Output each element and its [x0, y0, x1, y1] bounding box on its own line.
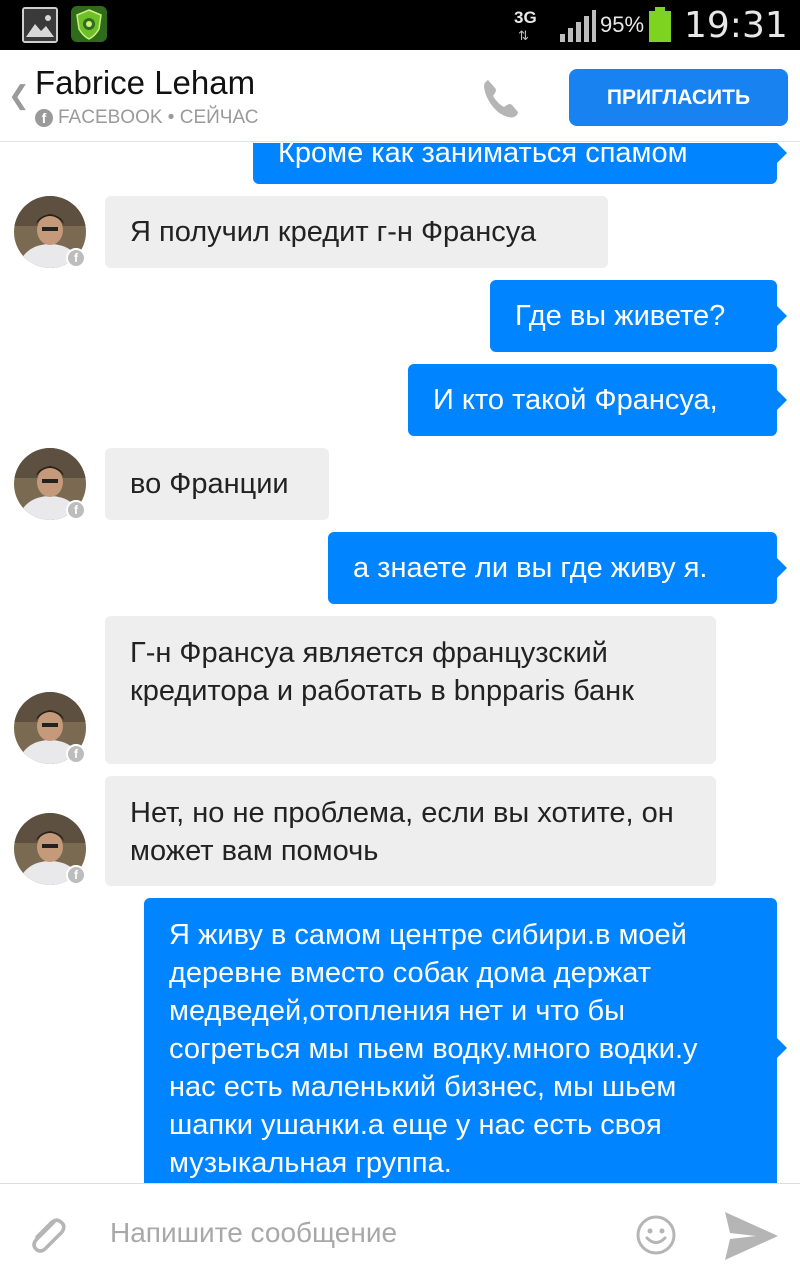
status-bar: 3G ⇅ 95% 19:31 — [0, 0, 800, 50]
paperclip-icon[interactable] — [24, 1212, 70, 1258]
facebook-icon: f — [35, 109, 53, 127]
contact-avatar[interactable]: f — [14, 448, 86, 520]
conversation-header: ❮ Fabrice Leham f FACEBOOK • СЕЙЧАС ПРИГ… — [0, 50, 800, 142]
invite-button[interactable]: ПРИГЛАСИТЬ — [569, 69, 788, 126]
message-bubble-outgoing[interactable]: Где вы живете? — [490, 280, 787, 352]
message-bubble-incoming[interactable]: во Франции — [105, 448, 329, 520]
send-icon[interactable] — [722, 1208, 780, 1264]
facebook-badge-icon: f — [66, 248, 86, 268]
facebook-badge-icon: f — [66, 500, 86, 520]
message-bubble-incoming[interactable]: Я получил кредит г-н Франсуа — [105, 196, 608, 268]
message-composer — [0, 1183, 800, 1280]
signal-icon — [560, 10, 596, 42]
message-bubble-incoming[interactable]: Г-н Франсуа является французский кредито… — [105, 616, 716, 764]
message-bubble-outgoing[interactable]: а знаете ли вы где живу я. — [328, 532, 787, 604]
message-bubble-incoming[interactable]: Нет, но не проблема, если вы хотите, он … — [105, 776, 716, 886]
message-input[interactable] — [110, 1206, 610, 1260]
emoji-icon[interactable] — [635, 1214, 677, 1256]
network-type: 3G — [514, 8, 537, 27]
data-arrows-icon: ⇅ — [518, 28, 529, 43]
contact-name[interactable]: Fabrice Leham — [35, 64, 255, 102]
facebook-badge-icon: f — [66, 744, 86, 764]
contact-avatar[interactable]: f — [14, 196, 86, 268]
contact-source-text: FACEBOOK • СЕЙЧАС — [58, 107, 259, 128]
message-bubble-outgoing[interactable]: Кроме как заниматься спамом — [253, 143, 787, 184]
battery-icon — [649, 7, 671, 42]
message-bubble-outgoing[interactable]: Я живу в самом центре сибири.в моей дере… — [144, 898, 787, 1183]
back-chevron-icon[interactable]: ❮ — [8, 80, 30, 111]
shield-app-icon — [70, 5, 108, 43]
battery-percent: 95% — [600, 12, 645, 37]
contact-avatar[interactable]: f — [14, 813, 86, 885]
gallery-icon — [22, 7, 58, 43]
contact-avatar[interactable]: f — [14, 692, 86, 764]
message-list[interactable]: Кроме как заниматься спамом f Я получил … — [0, 143, 800, 1183]
contact-status-line: f FACEBOOK • СЕЙЧАС — [35, 107, 258, 129]
phone-icon[interactable] — [476, 74, 526, 124]
message-bubble-outgoing[interactable]: И кто такой Франсуа, — [408, 364, 787, 436]
clock: 19:31 — [684, 5, 788, 46]
facebook-badge-icon: f — [66, 865, 86, 885]
